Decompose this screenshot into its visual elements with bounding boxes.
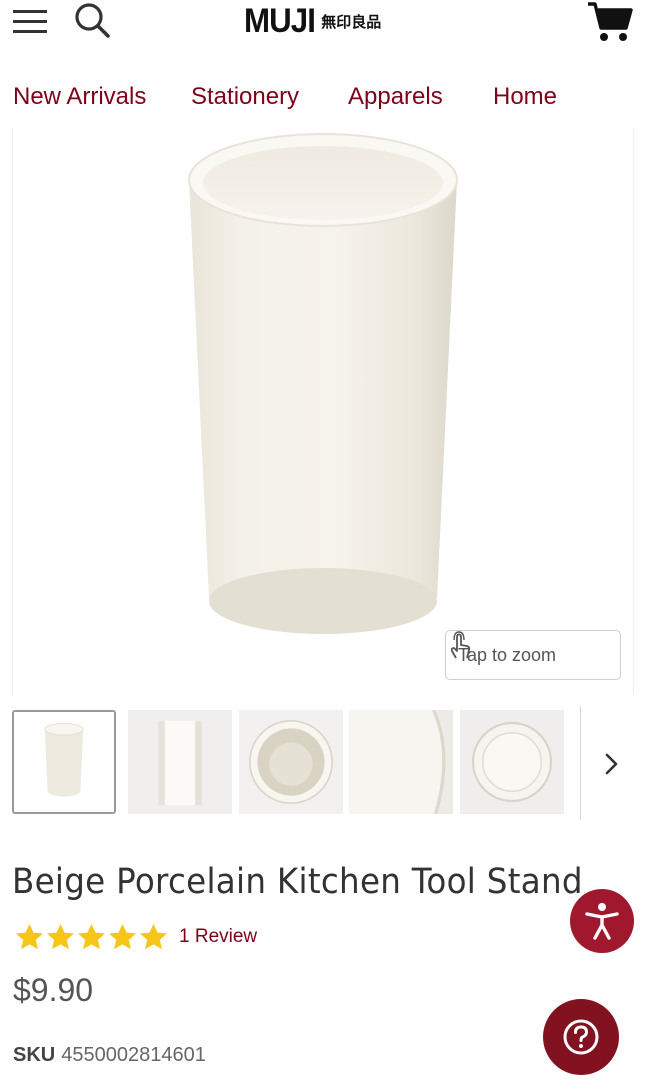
star-icon bbox=[47, 923, 74, 949]
thumbnail-5[interactable] bbox=[460, 710, 564, 814]
star-icon bbox=[78, 923, 105, 949]
brand-logo[interactable]: MUJI 無印良品 bbox=[244, 0, 381, 42]
tap-to-zoom-button[interactable]: Tap to zoom bbox=[445, 630, 621, 680]
chevron-right-icon[interactable] bbox=[596, 744, 626, 784]
logo-kanji: 無印良品 bbox=[321, 12, 382, 31]
site-header: MUJI 無印良品 bbox=[0, 0, 648, 62]
product-sku: SKU 4550002814601 bbox=[13, 1044, 206, 1067]
nav-item-apparels[interactable]: Apparels bbox=[348, 80, 443, 114]
product-photo bbox=[188, 133, 458, 634]
sku-label: SKU bbox=[13, 1044, 56, 1066]
accessibility-icon bbox=[585, 903, 619, 940]
rating-stars bbox=[14, 922, 169, 953]
accessibility-button[interactable] bbox=[570, 889, 634, 953]
thumbnail-1[interactable] bbox=[12, 710, 116, 814]
star-icon bbox=[140, 923, 167, 949]
product-rating: 1 Review bbox=[14, 920, 257, 954]
product-price: $9.90 bbox=[13, 972, 94, 1008]
cart-icon[interactable] bbox=[586, 0, 634, 44]
help-button[interactable] bbox=[543, 999, 619, 1075]
sku-value: 4550002814601 bbox=[61, 1044, 206, 1066]
tap-hand-icon bbox=[450, 631, 471, 659]
product-main-image[interactable]: Tap to zoom bbox=[12, 128, 634, 694]
nav-item-new-arrivals[interactable]: New Arrivals bbox=[13, 80, 146, 114]
product-title: Beige Porcelain Kitchen Tool Stand bbox=[12, 862, 583, 902]
search-icon[interactable] bbox=[72, 0, 112, 40]
thumbnail-divider bbox=[580, 706, 581, 820]
thumbnail-4[interactable] bbox=[349, 710, 453, 814]
review-count-link[interactable]: 1 Review bbox=[179, 926, 257, 948]
logo-wordmark: MUJI bbox=[244, 2, 316, 40]
nav-item-home[interactable]: Home bbox=[493, 80, 557, 114]
category-nav: New Arrivals Stationery Apparels Home bbox=[0, 80, 648, 116]
thumbnail-2[interactable] bbox=[128, 710, 232, 814]
thumbnail-carousel bbox=[12, 706, 648, 820]
star-icon bbox=[109, 923, 136, 949]
menu-icon[interactable] bbox=[12, 6, 48, 36]
nav-item-stationery[interactable]: Stationery bbox=[191, 80, 299, 114]
star-icon bbox=[16, 923, 43, 949]
question-mark-icon bbox=[563, 1019, 599, 1055]
thumbnail-3[interactable] bbox=[239, 710, 343, 814]
